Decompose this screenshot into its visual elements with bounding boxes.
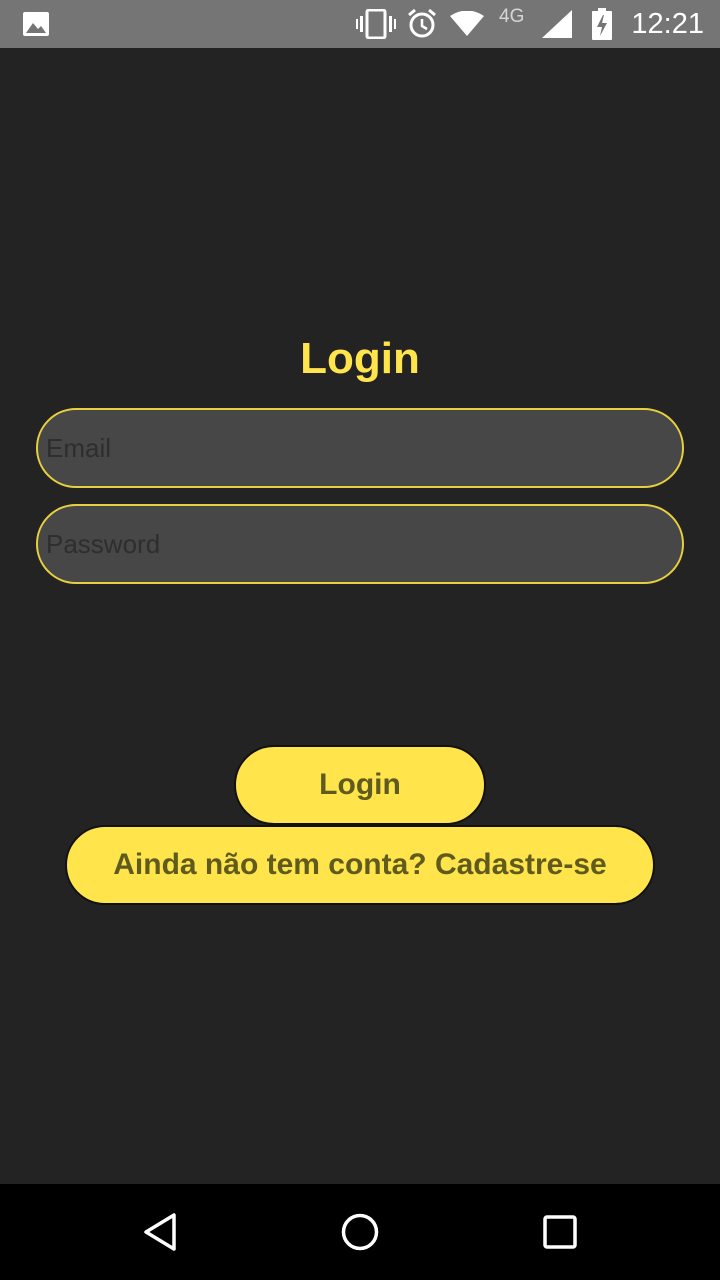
- signup-button-label: Ainda não tem conta? Cadastre-se: [113, 848, 607, 881]
- email-field[interactable]: [36, 408, 684, 488]
- alarm-icon: [406, 0, 438, 48]
- vibrate-icon: [356, 0, 396, 48]
- password-field[interactable]: [36, 504, 684, 584]
- back-icon[interactable]: [136, 1208, 184, 1256]
- wifi-icon: [450, 0, 484, 48]
- recents-icon[interactable]: [536, 1208, 584, 1256]
- status-bar: 4G 12:21: [0, 0, 720, 48]
- network-type-label: 4G: [499, 6, 525, 27]
- battery-icon: [592, 0, 612, 48]
- image-icon: [22, 0, 50, 48]
- login-button[interactable]: Login: [234, 745, 486, 825]
- login-button-label: Login: [319, 768, 401, 801]
- clock: 12:21: [631, 8, 704, 40]
- login-title: Login: [300, 334, 420, 383]
- signup-button[interactable]: Ainda não tem conta? Cadastre-se: [65, 825, 655, 905]
- signal-icon: [542, 0, 572, 48]
- navigation-bar: [0, 1184, 720, 1280]
- home-icon[interactable]: [336, 1208, 384, 1256]
- screen: 4G 12:21 Login Login Ainda não tem conta…: [0, 0, 720, 1280]
